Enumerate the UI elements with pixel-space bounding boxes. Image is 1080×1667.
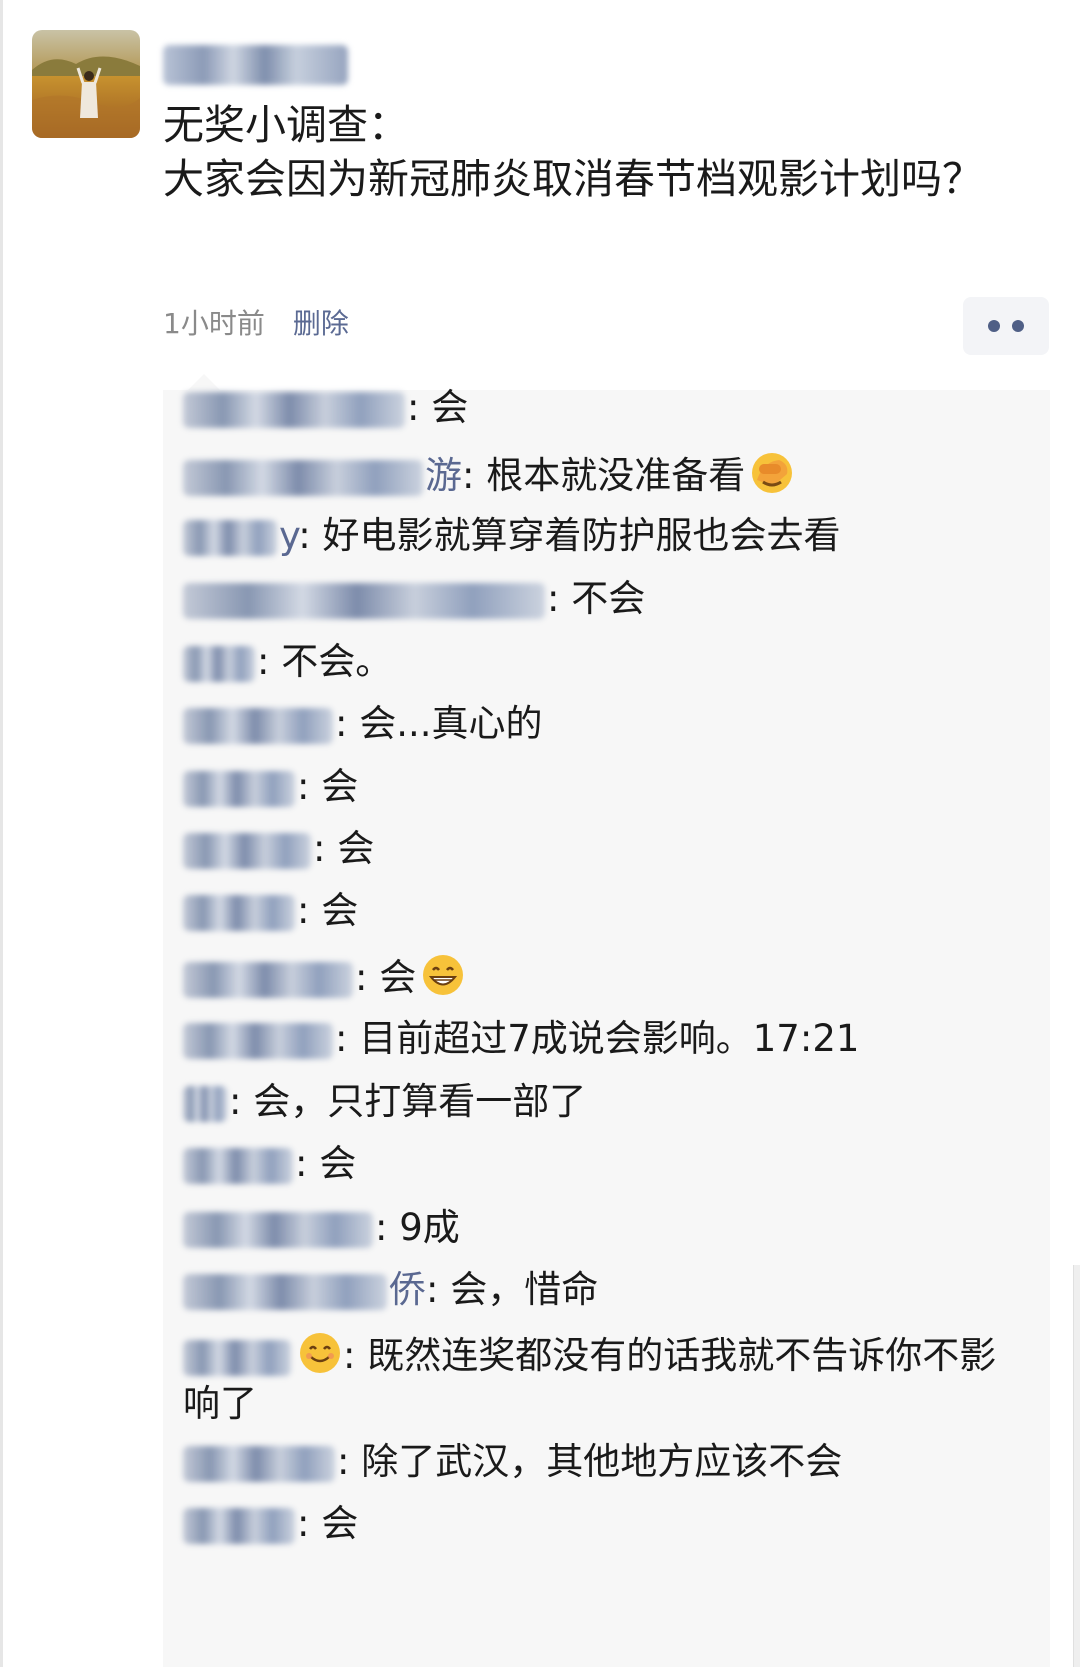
commenter-name[interactable] <box>183 640 257 683</box>
comment-text: : 会 <box>407 386 469 429</box>
commenter-name-redacted <box>183 961 353 998</box>
comment-item[interactable]: : 会 <box>183 1140 1013 1188</box>
comment-item[interactable]: : 目前超过7成说会影响。17:21 <box>183 1015 1013 1063</box>
commenter-name-redacted <box>183 1445 335 1482</box>
comment-text: : 好电影就算穿着防护服也会去看 <box>298 514 841 557</box>
commenter-name[interactable] <box>183 702 335 745</box>
commenter-name-redacted <box>183 1211 373 1248</box>
comment-text: : 会，惜命 <box>426 1268 599 1311</box>
comment-item[interactable]: : 会...真心的 <box>183 700 1013 748</box>
facepalm-emoji-icon <box>749 450 795 496</box>
commenter-name[interactable] <box>183 1142 295 1185</box>
comment-item[interactable]: : 会 <box>183 887 1013 935</box>
delete-button[interactable]: 删除 <box>293 302 349 342</box>
comment-text: : 会...真心的 <box>335 702 543 745</box>
commenter-name[interactable] <box>183 956 355 999</box>
comment-text: : 不会 <box>547 577 646 620</box>
left-border <box>0 0 3 1667</box>
comment-item[interactable]: : 会，只打算看一部了 <box>183 1078 1013 1126</box>
commenter-name[interactable] <box>183 1080 229 1123</box>
comment-text: : 会 <box>297 765 359 808</box>
commenter-name-redacted <box>183 645 255 682</box>
commenter-name-redacted <box>183 391 405 428</box>
commenter-name[interactable] <box>183 1502 297 1545</box>
commenter-name[interactable] <box>183 577 547 620</box>
commenter-name[interactable] <box>183 1334 293 1377</box>
scrollbar[interactable] <box>1073 1265 1080 1667</box>
comment-text: : 会 <box>297 1502 359 1545</box>
comment-item[interactable]: : 不会。 <box>183 638 1013 686</box>
commenter-name-redacted <box>183 1085 227 1122</box>
moments-post-screen: 无奖小调查： 大家会因为新冠肺炎取消春节档观影计划吗？ 1小时前 删除 : 会 … <box>0 0 1080 1667</box>
commenter-name[interactable]: 侨 <box>183 1268 426 1311</box>
commenter-name[interactable]: y <box>183 514 298 557</box>
comment-item[interactable]: 游: 根本就没准备看 <box>183 450 1013 500</box>
comment-item[interactable]: : 会 <box>183 825 1013 873</box>
commenter-name[interactable] <box>183 765 297 808</box>
commenter-name[interactable]: 游 <box>183 454 462 497</box>
commenter-name-redacted <box>183 1147 293 1184</box>
commenter-name-redacted <box>183 1273 387 1310</box>
post-text: 无奖小调查： 大家会因为新冠肺炎取消春节档观影计划吗？ <box>163 101 983 203</box>
comment-text: : 会 <box>297 889 359 932</box>
author-name-redacted <box>163 45 348 85</box>
comment-item[interactable]: : 会 <box>183 384 1013 432</box>
commenter-name-redacted <box>183 770 295 807</box>
comment-text: : 不会。 <box>257 640 393 683</box>
more-dots-icon <box>988 320 1000 332</box>
comment-text: : 会，只打算看一部了 <box>229 1080 587 1123</box>
author-name[interactable] <box>163 40 348 90</box>
commenter-name-redacted <box>183 459 423 496</box>
more-button[interactable] <box>963 297 1049 355</box>
commenter-name[interactable] <box>183 1017 335 1060</box>
avatar[interactable] <box>32 30 140 138</box>
comment-text: : 根本就没准备看 <box>462 454 746 497</box>
more-dots-icon <box>1012 320 1024 332</box>
comment-item[interactable]: : 既然连奖都没有的话我就不告诉你不影响了 <box>183 1330 1013 1428</box>
commenter-name-redacted <box>183 582 545 619</box>
comment-text: : 9成 <box>375 1206 460 1249</box>
comment-item[interactable]: : 9成 <box>183 1204 1013 1252</box>
comment-text: : 会 <box>313 827 375 870</box>
post-time: 1小时前 <box>163 307 265 340</box>
comment-item[interactable]: : 会 <box>183 952 1013 1002</box>
commenter-name-redacted <box>183 1022 333 1059</box>
commenter-name[interactable] <box>183 889 297 932</box>
commenter-name-redacted <box>183 707 333 744</box>
commenter-name-redacted <box>183 1507 295 1544</box>
comment-text: : 会 <box>295 1142 357 1185</box>
comment-item[interactable]: : 会 <box>183 763 1013 811</box>
comment-item[interactable]: : 不会 <box>183 575 1013 623</box>
commenter-name-redacted <box>183 1339 291 1376</box>
comment-text: : 会 <box>355 956 417 999</box>
comment-item[interactable]: : 除了武汉，其他地方应该不会 <box>183 1438 1013 1486</box>
smiling-emoji-icon <box>297 1330 343 1376</box>
comment-text: : 除了武汉，其他地方应该不会 <box>337 1440 843 1483</box>
commenter-name-redacted <box>183 519 277 556</box>
commenter-name-redacted <box>183 894 295 931</box>
commenter-name-redacted <box>183 832 311 869</box>
commenter-name[interactable] <box>183 1206 375 1249</box>
comment-item[interactable]: y: 好电影就算穿着防护服也会去看 <box>183 512 1013 560</box>
grinning-emoji-icon <box>420 952 466 998</box>
comment-item[interactable]: : 会 <box>183 1500 1013 1548</box>
post-meta: 1小时前 删除 <box>163 302 349 342</box>
comment-item[interactable]: 侨: 会，惜命 <box>183 1266 1013 1314</box>
commenter-name[interactable] <box>183 386 407 429</box>
commenter-name[interactable] <box>183 827 313 870</box>
comment-text: : 目前超过7成说会影响。17:21 <box>335 1017 860 1060</box>
avatar-image <box>32 30 140 138</box>
commenter-name[interactable] <box>183 1440 337 1483</box>
